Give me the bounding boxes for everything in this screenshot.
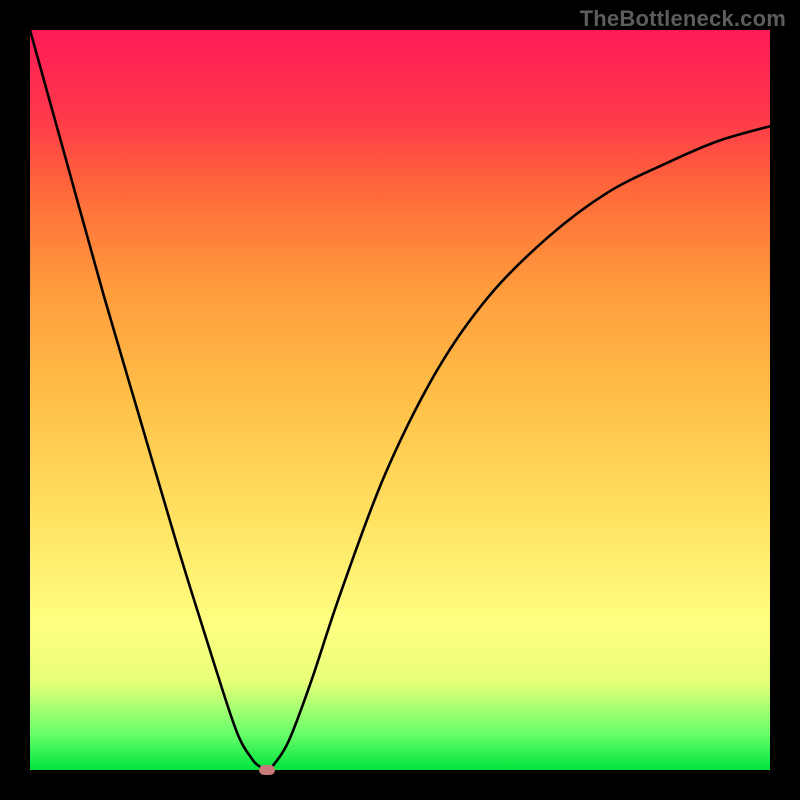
plot-area <box>30 30 770 770</box>
minimum-marker <box>259 765 275 775</box>
bottleneck-curve <box>30 30 770 770</box>
watermark-label: TheBottleneck.com <box>580 6 786 32</box>
chart-frame: TheBottleneck.com <box>0 0 800 800</box>
